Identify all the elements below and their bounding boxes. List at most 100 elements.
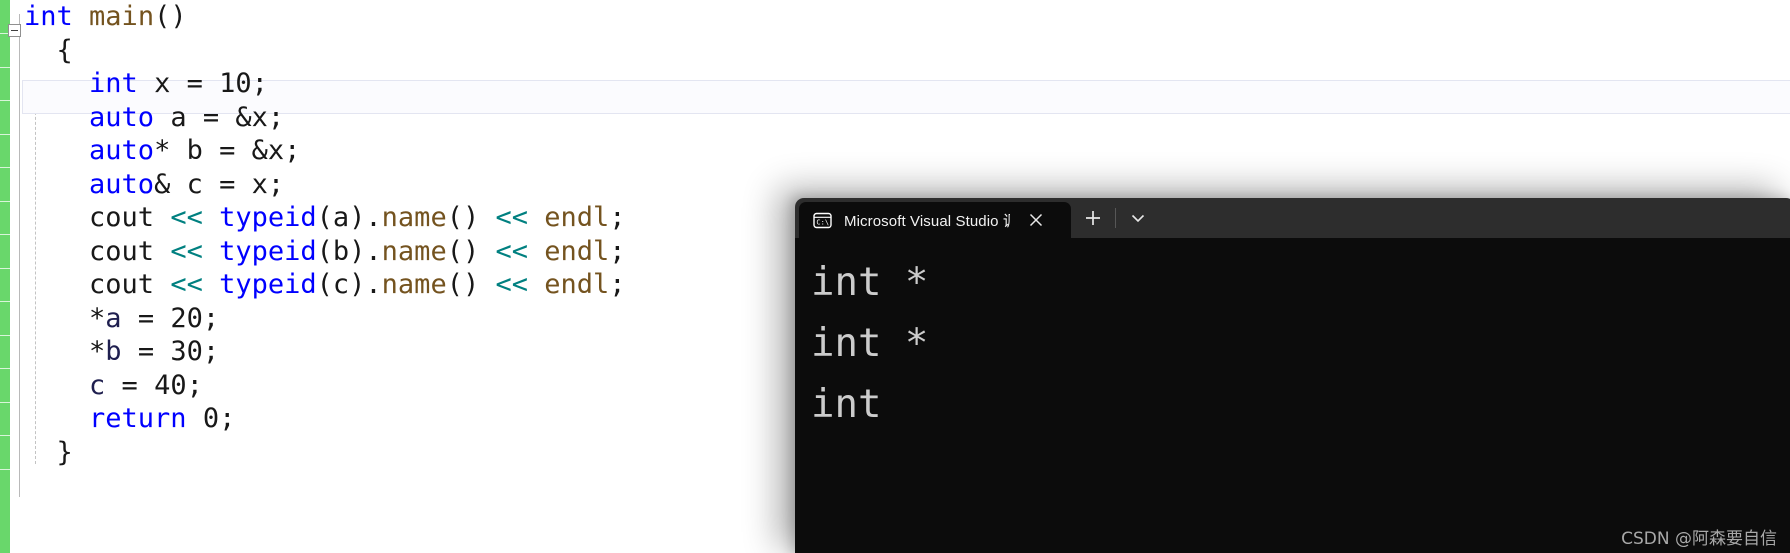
code-token: main — [89, 1, 155, 32]
code-token: endl — [544, 235, 610, 267]
code-token: ; — [609, 269, 626, 300]
terminal-output-line: int — [811, 382, 882, 427]
code-line[interactable]: int x = 10; — [0, 67, 1790, 101]
code-token: (c). — [316, 269, 382, 300]
code-token: << — [170, 269, 203, 300]
code-line[interactable]: auto a = &x; — [0, 101, 1790, 135]
code-line[interactable]: int main() — [0, 0, 1790, 34]
code-token: cout — [89, 235, 171, 267]
code-token: ; — [219, 403, 236, 434]
svg-text:C:\: C:\ — [816, 218, 829, 226]
code-token: c — [89, 369, 106, 401]
code-token: 20 — [170, 302, 203, 334]
new-tab-button[interactable] — [1071, 198, 1115, 238]
code-token: x = — [137, 68, 220, 99]
tab-dropdown-button[interactable] — [1116, 198, 1160, 238]
code-token: ; — [609, 235, 626, 267]
terminal-partial-line: 请按任意键继续. . . — [811, 548, 1201, 553]
code-token: 40 — [154, 369, 187, 401]
code-token: ; — [609, 202, 626, 233]
code-token: 30 — [170, 336, 203, 367]
code-token: << — [170, 202, 203, 233]
code-token: 0 — [202, 403, 220, 434]
plus-icon — [1086, 211, 1100, 225]
code-token: int — [89, 68, 138, 99]
code-token: = — [121, 302, 171, 334]
terminal-output-pane[interactable]: int * int * int 请按任意键继续. . . CSDN @阿森要自信 — [795, 238, 1790, 553]
code-token: () — [446, 235, 496, 267]
code-token: } — [56, 436, 73, 468]
code-token: typeid — [219, 235, 317, 267]
code-token: << — [170, 235, 203, 267]
code-token: (b). — [316, 235, 382, 267]
code-token: typeid — [219, 202, 317, 233]
windows-terminal-window[interactable]: C:\ Microsoft Visual Studio 调试控 — [795, 198, 1790, 553]
code-token: a — [105, 302, 122, 334]
code-token: & c = x; — [154, 168, 285, 200]
code-token: = — [121, 336, 171, 367]
code-token: 10 — [219, 68, 252, 99]
code-token: auto — [89, 135, 155, 166]
code-token: cout — [89, 202, 171, 233]
csdn-watermark: CSDN @阿森要自信 — [1621, 529, 1777, 549]
code-token: () — [446, 202, 496, 233]
terminal-output-line: int * — [811, 260, 929, 305]
code-token: << — [495, 202, 528, 233]
code-line[interactable]: { — [0, 34, 1790, 68]
code-line[interactable]: auto& c = x; — [0, 168, 1790, 202]
code-token: b — [105, 336, 122, 367]
code-token: * — [89, 302, 106, 334]
code-token: * b = &x; — [154, 135, 301, 166]
terminal-output-line: int * — [811, 321, 929, 366]
code-token: << — [495, 269, 528, 300]
code-token: () — [154, 1, 187, 32]
code-token: << — [495, 235, 528, 267]
console-cmd-icon: C:\ — [813, 211, 832, 230]
chevron-down-icon — [1131, 214, 1145, 223]
code-token: ; — [202, 302, 220, 334]
code-token: name — [381, 202, 447, 233]
code-token: = — [105, 369, 155, 401]
code-token: return — [89, 403, 187, 434]
code-token: name — [381, 269, 447, 300]
code-token: name — [381, 235, 447, 267]
terminal-tab-title: Microsoft Visual Studio 调试控 — [844, 212, 1010, 230]
terminal-titlebar[interactable]: C:\ Microsoft Visual Studio 调试控 — [795, 198, 1790, 238]
code-token: cout — [89, 269, 171, 300]
screenshot-root: int main() { int x = 10; auto a = &x; au… — [0, 0, 1790, 553]
code-token: a = &x; — [154, 101, 285, 133]
code-token: (a). — [316, 202, 382, 233]
code-token: typeid — [219, 269, 317, 300]
terminal-tab[interactable]: C:\ Microsoft Visual Studio 调试控 — [799, 202, 1071, 238]
code-token: * — [89, 336, 106, 367]
code-token: auto — [89, 101, 155, 133]
terminal-output-text: int * int * int — [811, 252, 928, 435]
code-token: ; — [186, 369, 203, 401]
code-token: ; — [202, 336, 220, 367]
code-line[interactable]: auto* b = &x; — [0, 134, 1790, 168]
code-token: ; — [251, 68, 268, 99]
close-icon[interactable] — [1022, 206, 1050, 234]
code-token: { — [56, 34, 73, 66]
code-token: endl — [544, 269, 610, 300]
